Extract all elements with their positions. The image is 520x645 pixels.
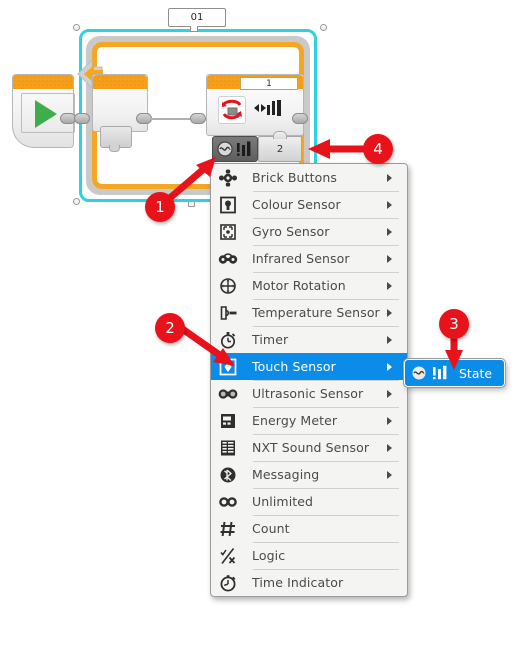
menu-separator <box>253 407 399 408</box>
callout-2: 2 <box>155 313 185 343</box>
touch-sensor-icon <box>411 365 427 381</box>
submenu-arrow-icon <box>387 281 407 290</box>
messaging-icon <box>211 465 245 485</box>
loop-label-notch <box>190 26 198 32</box>
power-level-icon <box>254 100 281 116</box>
menu-separator <box>253 191 399 192</box>
menu-item-count[interactable]: Count <box>211 515 407 542</box>
menu-item-energy-meter[interactable]: Energy Meter <box>211 407 407 434</box>
menu-item-colour-sensor[interactable]: Colour Sensor <box>211 191 407 218</box>
menu-item-brick-buttons[interactable]: Brick Buttons <box>211 164 407 191</box>
nxt-sound-sensor-icon <box>211 438 245 458</box>
menu-item-gyro-sensor[interactable]: Gyro Sensor <box>211 218 407 245</box>
callout-2-number: 2 <box>165 319 175 337</box>
menu-item-label: Gyro Sensor <box>252 224 330 239</box>
hash-icon <box>211 519 245 539</box>
bars-icon <box>236 141 250 156</box>
menu-item-label: Infrared Sensor <box>252 251 350 266</box>
submenu-arrow-icon <box>387 227 407 236</box>
callout-4-arrow <box>308 139 368 159</box>
menu-item-nxt-sound-sensor[interactable]: NXT Sound Sensor <box>211 434 407 461</box>
menu-item-infrared-sensor[interactable]: Infrared Sensor <box>211 245 407 272</box>
submenu-arrow-icon <box>387 254 407 263</box>
time-indicator-icon <box>211 573 245 593</box>
menu-separator <box>253 488 399 489</box>
callout-1-number: 1 <box>155 198 165 216</box>
menu-item-label: Unlimited <box>252 494 314 509</box>
menu-item-label: NXT Sound Sensor <box>252 440 370 455</box>
menu-separator <box>253 380 399 381</box>
mode-tab-knob <box>273 131 287 139</box>
callout-3-number: 3 <box>449 315 459 333</box>
menu-item-label: Ultrasonic Sensor <box>252 386 364 401</box>
menu-separator <box>253 272 399 273</box>
menu-separator <box>253 461 399 462</box>
sensor-context-menu[interactable]: Brick Buttons Colour Sensor Gyro Sensor Inf… <box>210 163 408 597</box>
menu-item-label: Energy Meter <box>252 413 338 428</box>
motor-rotate-icon <box>218 96 246 124</box>
wait-block-output-plug[interactable] <box>292 113 308 124</box>
menu-item-label: Brick Buttons <box>252 170 337 185</box>
motor-rotation-icon <box>211 276 245 296</box>
start-block-header <box>13 75 73 89</box>
menu-item-label: Timer <box>252 332 289 347</box>
mode-tab[interactable]: 2 <box>258 131 302 162</box>
connection-wire <box>150 118 192 120</box>
menu-separator <box>253 245 399 246</box>
start-block[interactable] <box>12 74 75 148</box>
menu-item-logic[interactable]: Logic <box>211 542 407 569</box>
motor-block-input-plug[interactable] <box>74 113 90 124</box>
infinity-icon <box>211 492 245 512</box>
submenu-arrow-icon <box>387 173 407 182</box>
menu-separator <box>253 434 399 435</box>
energy-meter-icon <box>211 411 245 431</box>
menu-separator <box>253 299 399 300</box>
loop-count-field[interactable]: 1 <box>240 77 298 90</box>
callout-1: 1 <box>145 192 175 222</box>
menu-separator <box>253 515 399 516</box>
submenu-arrow-icon <box>387 416 407 425</box>
menu-item-label: Logic <box>252 548 286 563</box>
menu-item-unlimited[interactable]: Unlimited <box>211 488 407 515</box>
menu-item-label: Temperature Sensor <box>252 305 380 320</box>
submenu-arrow-icon <box>387 335 407 344</box>
callout-3: 3 <box>439 309 469 339</box>
callout-4-number: 4 <box>373 140 383 158</box>
menu-item-label: Messaging <box>252 467 320 482</box>
selection-handle-bottom-left[interactable] <box>73 198 80 205</box>
gyro-sensor-icon <box>211 222 245 242</box>
menu-item-label: Touch Sensor <box>252 359 336 374</box>
submenu-arrow-icon <box>387 443 407 452</box>
submenu-arrow-icon <box>387 470 407 479</box>
infrared-sensor-icon <box>211 249 245 269</box>
menu-item-label: Colour Sensor <box>252 197 341 212</box>
play-icon <box>35 100 57 128</box>
selection-handle-top-left[interactable] <box>73 24 80 31</box>
submenu-arrow-icon <box>387 389 407 398</box>
menu-item-label: Count <box>252 521 290 536</box>
menu-item-label: Motor Rotation <box>252 278 346 293</box>
menu-item-label: Time Indicator <box>252 575 344 590</box>
menu-item-motor-rotation[interactable]: Motor Rotation <box>211 272 407 299</box>
menu-separator <box>253 326 399 327</box>
menu-item-ultrasonic-sensor[interactable]: Ultrasonic Sensor <box>211 380 407 407</box>
menu-separator <box>253 218 399 219</box>
screenshot-root: 01 1 2 Brick Buttons Colour Sensor Gyro … <box>0 0 520 645</box>
large-motor-icon <box>100 126 132 152</box>
callout-4: 4 <box>363 134 393 164</box>
menu-separator <box>253 542 399 543</box>
selection-handle-top-right[interactable] <box>320 24 327 31</box>
loop-name-field[interactable]: 01 <box>168 8 226 27</box>
submenu-arrow-icon <box>387 200 407 209</box>
ultrasonic-sensor-icon <box>211 384 245 404</box>
menu-item-messaging[interactable]: Messaging <box>211 461 407 488</box>
mode-tab-label: 2 <box>276 144 284 155</box>
wait-block-input-plug[interactable] <box>190 113 206 124</box>
submenu-arrow-icon <box>387 308 407 317</box>
logic-icon <box>211 546 245 566</box>
callout-2-arrow <box>177 324 235 366</box>
menu-separator <box>253 569 399 570</box>
menu-item-time-indicator[interactable]: Time Indicator <box>211 569 407 596</box>
motor-block-header <box>93 75 147 89</box>
